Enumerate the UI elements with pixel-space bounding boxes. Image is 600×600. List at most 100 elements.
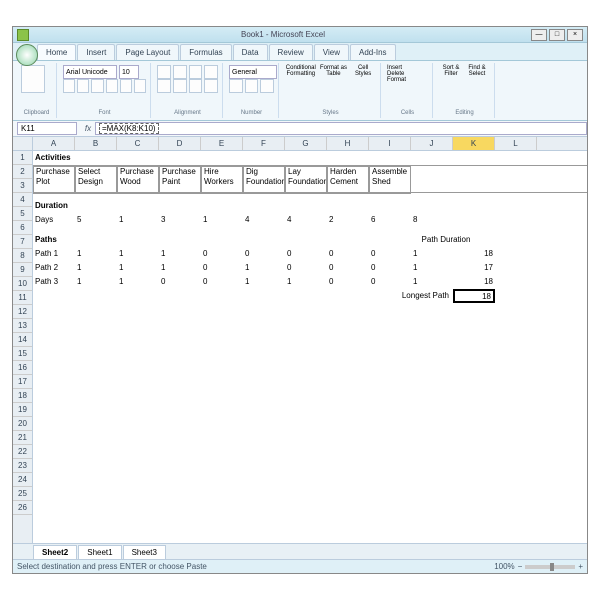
- bold-button[interactable]: [63, 79, 75, 93]
- path-cell[interactable]: 0: [327, 247, 369, 261]
- col-J[interactable]: J: [411, 137, 453, 150]
- activity-cell[interactable]: Purchase Plot: [33, 166, 75, 194]
- path-cell[interactable]: 0: [201, 275, 243, 289]
- row-11[interactable]: 11: [13, 291, 32, 305]
- cells[interactable]: Activities Purchase PlotSelect DesignPur…: [33, 151, 587, 555]
- tab-formulas[interactable]: Formulas: [180, 44, 231, 60]
- row-16[interactable]: 16: [13, 361, 32, 375]
- path-cell[interactable]: 0: [285, 247, 327, 261]
- col-B[interactable]: B: [75, 137, 117, 150]
- row-13[interactable]: 13: [13, 319, 32, 333]
- path-cell[interactable]: 1: [75, 247, 117, 261]
- underline-button[interactable]: [91, 79, 103, 93]
- row-17[interactable]: 17: [13, 375, 32, 389]
- col-C[interactable]: C: [117, 137, 159, 150]
- path-name[interactable]: Path 3: [33, 275, 75, 289]
- row-22[interactable]: 22: [13, 445, 32, 459]
- activity-cell[interactable]: Lay Foundation: [285, 166, 327, 194]
- col-K[interactable]: K: [453, 137, 495, 150]
- path-duration[interactable]: 18: [453, 275, 495, 289]
- comma-button[interactable]: [260, 79, 274, 93]
- fx-icon[interactable]: fx: [81, 124, 95, 133]
- path-name[interactable]: Path 2: [33, 261, 75, 275]
- days-cell[interactable]: 8: [411, 213, 453, 227]
- maximize-button[interactable]: □: [549, 29, 565, 41]
- zoom-out-icon[interactable]: −: [518, 562, 523, 571]
- row-2[interactable]: 2: [13, 165, 32, 179]
- row-5[interactable]: 5: [13, 207, 32, 221]
- tab-page-layout[interactable]: Page Layout: [116, 44, 179, 60]
- tab-data[interactable]: Data: [233, 44, 268, 60]
- row-7[interactable]: 7: [13, 235, 32, 249]
- tab-review[interactable]: Review: [269, 44, 313, 60]
- path-cell[interactable]: 0: [201, 247, 243, 261]
- path-cell[interactable]: 0: [285, 261, 327, 275]
- select-all-corner[interactable]: [13, 137, 33, 150]
- path-cell[interactable]: 0: [327, 275, 369, 289]
- row-25[interactable]: 25: [13, 487, 32, 501]
- activity-cell[interactable]: Harden Cement: [327, 166, 369, 194]
- tab-home[interactable]: Home: [37, 44, 76, 60]
- font-size-select[interactable]: 10: [119, 65, 139, 79]
- row-23[interactable]: 23: [13, 459, 32, 473]
- row-8[interactable]: 8: [13, 249, 32, 263]
- number-format-select[interactable]: General: [229, 65, 277, 79]
- row-18[interactable]: 18: [13, 389, 32, 403]
- row-6[interactable]: 6: [13, 221, 32, 235]
- days-label[interactable]: Days: [33, 213, 75, 227]
- row-15[interactable]: 15: [13, 347, 32, 361]
- path-cell[interactable]: 0: [201, 261, 243, 275]
- days-cell[interactable]: 5: [75, 213, 117, 227]
- cell-A4[interactable]: Duration: [33, 199, 75, 213]
- close-button[interactable]: ×: [567, 29, 583, 41]
- path-cell[interactable]: 1: [411, 247, 453, 261]
- row-26[interactable]: 26: [13, 501, 32, 515]
- activity-cell[interactable]: Dig Foundation: [243, 166, 285, 194]
- formula-input[interactable]: =MAX(K8:K10): [95, 122, 587, 135]
- row-9[interactable]: 9: [13, 263, 32, 277]
- path-cell[interactable]: 1: [75, 261, 117, 275]
- tab-view[interactable]: View: [314, 44, 349, 60]
- path-cell[interactable]: 1: [117, 275, 159, 289]
- activity-cell[interactable]: Purchase Paint: [159, 166, 201, 194]
- activity-cell[interactable]: Select Design: [75, 166, 117, 194]
- path-cell[interactable]: 1: [159, 247, 201, 261]
- col-L[interactable]: L: [495, 137, 537, 150]
- paste-button[interactable]: [21, 65, 45, 93]
- col-H[interactable]: H: [327, 137, 369, 150]
- zoom-controls[interactable]: 100% − +: [494, 562, 583, 571]
- currency-button[interactable]: [229, 79, 243, 93]
- path-duration-header[interactable]: Path Duration: [411, 233, 481, 247]
- sheet-tab-sheet1[interactable]: Sheet1: [78, 545, 121, 559]
- path-cell[interactable]: 1: [411, 275, 453, 289]
- path-cell[interactable]: 1: [243, 261, 285, 275]
- wrap-button[interactable]: [204, 65, 218, 79]
- activity-cell[interactable]: Hire Workers: [201, 166, 243, 194]
- col-A[interactable]: A: [33, 137, 75, 150]
- fill-color-button[interactable]: [120, 79, 132, 93]
- align-bottom-button[interactable]: [189, 65, 203, 79]
- longest-path-label[interactable]: Longest Path: [369, 289, 453, 303]
- days-cell[interactable]: 6: [369, 213, 411, 227]
- days-cell[interactable]: 1: [117, 213, 159, 227]
- path-duration[interactable]: 18: [453, 247, 495, 261]
- path-name[interactable]: Path 1: [33, 247, 75, 261]
- days-cell[interactable]: 1: [201, 213, 243, 227]
- sort-filter-button[interactable]: Sort & Filter: [439, 65, 463, 77]
- zoom-in-icon[interactable]: +: [578, 562, 583, 571]
- find-select-button[interactable]: Find & Select: [465, 65, 489, 77]
- name-box[interactable]: K11: [17, 122, 77, 135]
- format-table-button[interactable]: Format as Table: [319, 65, 349, 77]
- tab-addins[interactable]: Add-Ins: [350, 44, 396, 60]
- col-F[interactable]: F: [243, 137, 285, 150]
- format-cells-button[interactable]: Format: [387, 77, 428, 83]
- border-button[interactable]: [106, 79, 118, 93]
- col-G[interactable]: G: [285, 137, 327, 150]
- row-1[interactable]: 1: [13, 151, 32, 165]
- row-20[interactable]: 20: [13, 417, 32, 431]
- merge-button[interactable]: [204, 79, 218, 93]
- path-cell[interactable]: 1: [75, 275, 117, 289]
- align-left-button[interactable]: [157, 79, 171, 93]
- path-cell[interactable]: 1: [411, 261, 453, 275]
- path-cell[interactable]: 1: [159, 261, 201, 275]
